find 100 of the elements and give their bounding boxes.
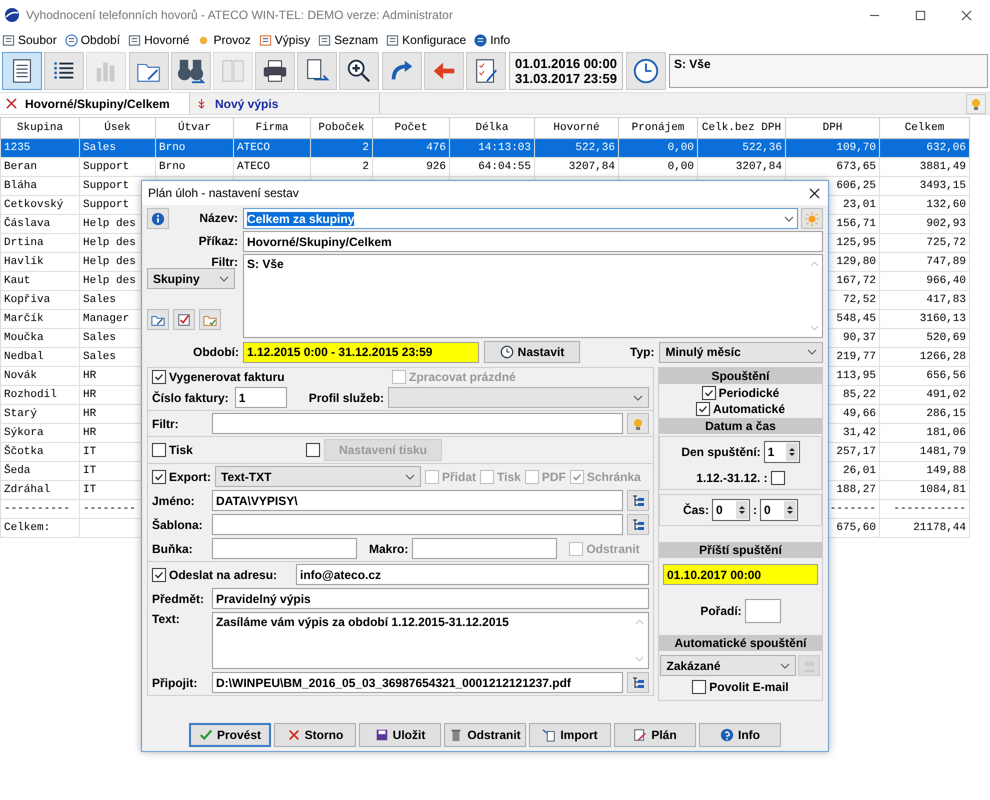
dialog-button[interactable]: Odstranit (444, 723, 526, 747)
checkbox[interactable] (306, 443, 320, 457)
start-day-spinner[interactable]: 1 (764, 441, 800, 463)
report-tab[interactable]: Hovorné/Skupiny/Celkem (0, 93, 190, 114)
hour-spinner[interactable]: 0 (712, 499, 750, 521)
allow-email-checkbox[interactable]: Povolit E-mail (692, 680, 789, 694)
toolbar-button[interactable] (255, 52, 295, 90)
run-option-checkbox[interactable]: Periodické (702, 386, 780, 400)
toolbar-button[interactable] (129, 52, 169, 90)
table-cell: IT (83, 446, 96, 458)
print-checkbox[interactable]: Tisk (152, 443, 302, 457)
invoice-number-field[interactable]: 1 (234, 387, 287, 408)
clock-button[interactable] (626, 52, 666, 90)
table-cell: Kopřiva (4, 294, 50, 306)
column-header[interactable]: DPH (786, 118, 880, 138)
menu-item[interactable]: Info (490, 33, 510, 47)
column-header[interactable]: Skupina (0, 118, 80, 138)
table-cell: Sales (83, 351, 116, 363)
menu-item[interactable]: Hovorné (144, 33, 190, 47)
table-cell: 26,01 (842, 465, 876, 477)
folder-edit-button[interactable] (147, 309, 169, 330)
spinner-arrows-icon[interactable] (738, 504, 746, 516)
table-cell: 3207,84 (568, 161, 615, 173)
table-cell: 21178,44 (913, 522, 966, 534)
checkmark-icon (704, 388, 714, 398)
table-cell: 286,15 (926, 408, 966, 420)
menu-item[interactable]: Konfigurace (402, 33, 466, 47)
close-icon[interactable] (961, 10, 972, 20)
dialog-button[interactable]: Info (699, 723, 781, 747)
subject-field[interactable]: Pravidelný výpis (212, 588, 649, 609)
run-option-checkbox[interactable]: Automatické (696, 402, 785, 416)
info-button[interactable] (147, 208, 169, 229)
type-select[interactable]: Minulý měsíc (659, 342, 823, 362)
spinner-arrows-icon[interactable] (786, 504, 794, 516)
menu-item[interactable]: Provoz (213, 33, 251, 47)
hint-button[interactable] (626, 413, 649, 434)
browse-button[interactable] (626, 672, 649, 693)
table-cell: 966,40 (926, 275, 966, 287)
spinner-arrows-icon[interactable] (788, 446, 796, 458)
filter-field[interactable] (212, 413, 623, 434)
column-header[interactable]: Délka (450, 118, 534, 138)
table-cell: 181,06 (926, 427, 966, 439)
menu-item[interactable]: Výpisy (274, 33, 310, 47)
dialog-button[interactable]: Provést (189, 723, 271, 747)
cell-field[interactable] (212, 538, 357, 559)
menu-item[interactable]: Soubor (18, 33, 57, 47)
start-day-label: Den spuštění: (681, 445, 761, 459)
macro-field[interactable] (412, 538, 558, 559)
dialog-button[interactable]: Uložit (359, 723, 441, 747)
browse-button[interactable] (626, 514, 649, 535)
section-header: Spouštění (658, 368, 822, 384)
checkbox-list-button[interactable] (173, 309, 195, 330)
dialog-button[interactable]: Import (529, 723, 611, 747)
report-tab[interactable]: Nový výpis (190, 93, 380, 114)
browse-button[interactable] (626, 490, 649, 511)
export-format-select[interactable]: Text-TXT (215, 466, 421, 487)
invoice-number-label: Číslo faktury: (152, 390, 229, 404)
toolbar-button[interactable] (297, 52, 337, 90)
dialog-button[interactable]: Plán (614, 723, 696, 747)
template-field[interactable] (212, 514, 623, 535)
menu-item[interactable]: Období (80, 33, 120, 47)
toolbar-button[interactable] (466, 52, 506, 90)
hint-button[interactable] (966, 94, 986, 114)
period-field[interactable]: 1.12.2015 0:00 - 31.12.2015 23:59 (243, 342, 479, 362)
email-address-field[interactable]: info@ateco.cz (296, 564, 649, 585)
table-cell: 14:13:03 (478, 142, 531, 154)
toolbar-button[interactable] (44, 52, 84, 90)
folder-check-button[interactable] (199, 309, 221, 330)
menu-item[interactable]: Seznam (334, 33, 378, 47)
export-checkbox[interactable]: Export: (152, 470, 211, 484)
table-cell: Sales (83, 142, 116, 154)
table-cell: Support (83, 161, 130, 173)
send-email-checkbox[interactable]: Odeslat na adresu: (152, 568, 292, 582)
command-field[interactable]: Hovorné/Skupiny/Celkem (243, 231, 823, 252)
table-cell: 522,36 (575, 142, 615, 154)
maximize-icon[interactable] (915, 10, 926, 20)
column-header[interactable]: Celk.bez DPH (698, 118, 786, 138)
attach-field[interactable]: D:\WINPEU\BM_2016_05_03_36987654321_0001212121237.pdf (212, 672, 623, 693)
column-header[interactable]: Celkem (880, 118, 970, 138)
close-icon[interactable] (809, 188, 820, 198)
section-header: Automatické spouštění (658, 635, 822, 651)
generate-invoice-checkbox[interactable]: Vygenerovat fakturu (152, 370, 388, 384)
table-cell: 1266,28 (920, 351, 966, 363)
toolbar-button[interactable] (171, 52, 211, 90)
toolbar-button[interactable] (339, 52, 379, 90)
table-cell: 747,89 (926, 256, 966, 268)
filter-label: Filtr: (211, 255, 238, 269)
name-combobox[interactable]: Celkem za skupiny (243, 208, 798, 229)
set-button[interactable]: Nastavit (484, 341, 580, 363)
column-header[interactable]: Hovorné (534, 118, 618, 138)
close-icon[interactable] (6, 98, 17, 109)
auto-run-select[interactable]: Zakázané (660, 655, 796, 676)
date-range-checkbox[interactable] (770, 471, 785, 485)
toolbar-button[interactable] (2, 52, 42, 90)
dialog-button[interactable]: Storno (274, 723, 356, 747)
file-name-field[interactable]: DATA\VYPISY\ (212, 490, 623, 511)
table-cell: Help des (83, 275, 136, 287)
group-select[interactable]: Skupiny (147, 268, 235, 289)
order-field[interactable] (744, 599, 781, 623)
minute-spinner[interactable]: 0 (760, 499, 798, 521)
